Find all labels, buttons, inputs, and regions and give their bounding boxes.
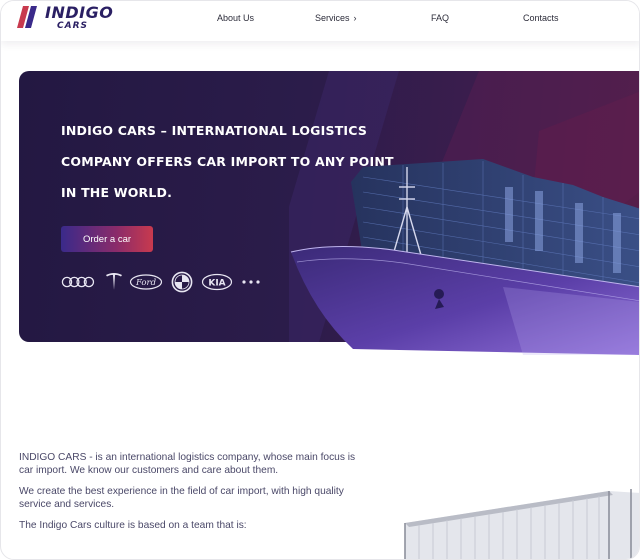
tesla-logo-icon <box>106 273 122 290</box>
kia-logo-icon: KIA <box>201 273 233 291</box>
chevron-right-icon: › <box>353 13 357 23</box>
bmw-logo-icon <box>171 271 193 293</box>
cargo-ship-image <box>290 159 639 355</box>
kia-logo-text: KIA <box>208 278 225 288</box>
nav-faq[interactable]: FAQ <box>431 13 449 23</box>
page-frame: INDIGO CARS About Us Services › FAQ Conta… <box>0 0 640 560</box>
order-car-button[interactable]: Order a car <box>61 226 153 252</box>
ford-logo-text: Ford <box>135 278 157 288</box>
ford-logo-icon: Ford <box>129 274 163 290</box>
logo-sub-text: CARS <box>57 21 88 31</box>
nav-about-us[interactable]: About Us <box>217 13 254 23</box>
about-section: INDIGO CARS - is an international logist… <box>19 451 364 540</box>
nav-services[interactable]: Services › <box>315 13 357 23</box>
audi-logo-icon <box>61 276 95 288</box>
about-paragraph-2: We create the best experience in the fie… <box>19 486 344 510</box>
logo-stripes-icon <box>17 6 37 28</box>
nav-contacts[interactable]: Contacts <box>523 13 559 23</box>
site-header: INDIGO CARS About Us Services › FAQ Conta… <box>1 1 639 41</box>
nav-services-label: Services <box>315 13 350 23</box>
about-paragraph-3: The Indigo Cars culture is based on a te… <box>19 520 247 531</box>
more-icon[interactable] <box>241 271 261 293</box>
logo-brand-text: INDIGO <box>45 3 114 22</box>
shipping-container-image <box>404 489 639 559</box>
about-paragraph-1: INDIGO CARS - is an international logist… <box>19 452 356 476</box>
car-brands-row: Ford KIA <box>61 271 271 293</box>
site-logo[interactable]: INDIGO CARS <box>17 3 127 34</box>
